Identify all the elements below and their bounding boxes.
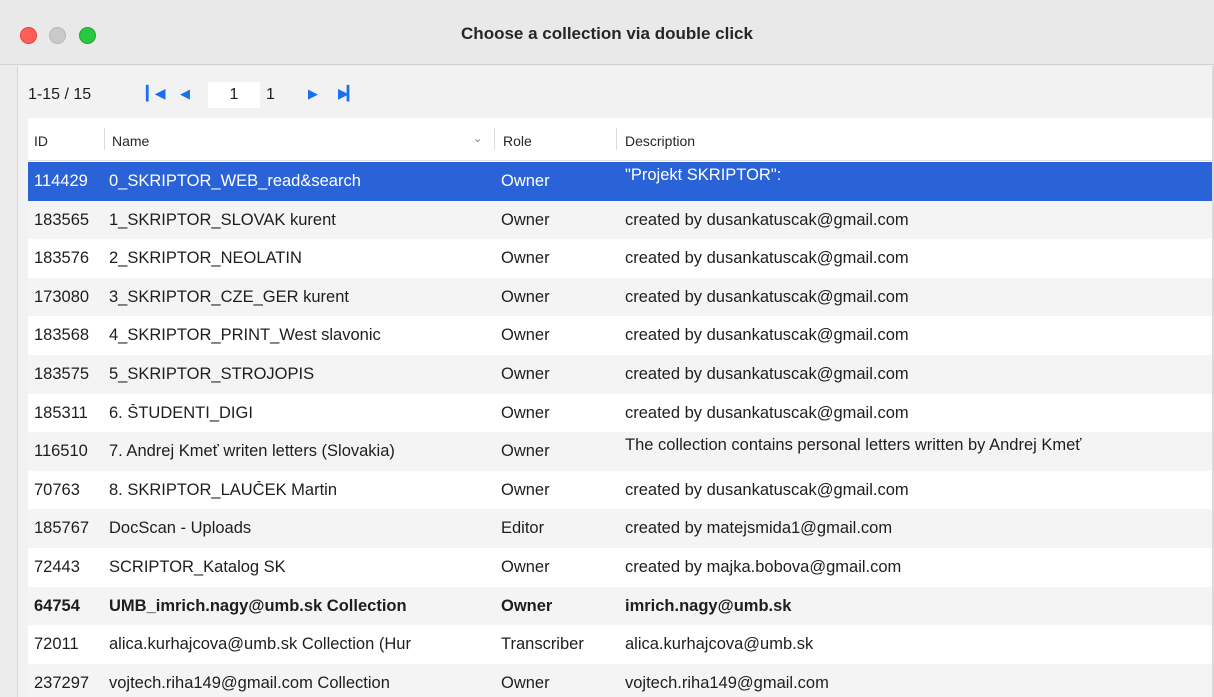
row-description: created by matejsmida1@gmail.com (625, 519, 893, 538)
table-row[interactable]: 72443 SCRIPTOR_Katalog SK Owner created … (28, 548, 1214, 587)
row-name: 7. Andrej Kmeť writen letters (Slovakia) (109, 442, 395, 461)
row-id: 183575 (34, 364, 90, 383)
table-row[interactable]: 116510 7. Andrej Kmeť writen letters (Sl… (28, 432, 1214, 471)
row-name: 5_SKRIPTOR_STROJOPIS (109, 364, 315, 383)
row-name: vojtech.riha149@gmail.com Collection (109, 673, 390, 692)
row-description: created by majka.bobova@gmail.com (625, 557, 902, 576)
row-id: 237297 (34, 673, 90, 692)
pagination-bar: 1-15 / 15 ▎◀ ◀ 1 ▶ ▶▎ (18, 66, 1214, 118)
row-id: 185767 (34, 519, 90, 538)
table-row[interactable]: 185311 6. ŠTUDENTI_DIGI Owner created by… (28, 394, 1214, 433)
row-role: Owner (501, 172, 550, 190)
row-role: Owner (501, 596, 553, 615)
row-name: 0_SKRIPTOR_WEB_read&search (109, 172, 361, 190)
row-id: 70763 (34, 480, 80, 499)
row-role: Editor (501, 519, 545, 538)
row-role: Owner (501, 364, 550, 383)
row-role: Owner (501, 326, 550, 345)
row-id: 72011 (34, 635, 79, 654)
table-row[interactable]: 72011 alica.kurhajcova@umb.sk Collection… (28, 625, 1214, 664)
row-role: Owner (501, 557, 550, 576)
table-row[interactable]: 183565 1_SKRIPTOR_SLOVAK kurent Owner cr… (28, 200, 1214, 240)
row-role: Owner (501, 673, 550, 692)
table-row[interactable]: 70763 8. SKRIPTOR_LAUČEK Martin Owner cr… (28, 471, 1214, 510)
table-header: ID Name ⌄ Role Description (28, 118, 1214, 161)
next-page-icon[interactable]: ▶ (308, 86, 318, 102)
row-description: created by dusankatuscak@gmail.com (625, 210, 909, 229)
column-header-description[interactable]: Description (625, 133, 695, 149)
collections-table: ID Name ⌄ Role Description 114429 0_SKRI… (28, 118, 1214, 697)
row-name: 4_SKRIPTOR_PRINT_West slavonic (109, 326, 381, 345)
window-title: Choose a collection via double click (461, 24, 753, 43)
title-bar[interactable]: Choose a collection via double click (0, 0, 1214, 65)
row-id: 116510 (34, 442, 88, 461)
previous-page-icon[interactable]: ◀ (180, 86, 190, 102)
row-name: 3_SKRIPTOR_CZE_GER kurent (109, 287, 349, 306)
first-page-icon[interactable]: ▎◀ (146, 85, 165, 102)
collection-chooser-window: Choose a collection via double click 1-1… (0, 0, 1214, 697)
page-number-input[interactable] (208, 82, 260, 108)
row-description: vojtech.riha149@gmail.com (625, 673, 829, 692)
table-row[interactable]: 114429 0_SKRIPTOR_WEB_read&search Owner … (28, 162, 1214, 201)
row-name: 2_SKRIPTOR_NEOLATIN (109, 249, 302, 268)
row-name: UMB_imrich.nagy@umb.sk Collection (109, 596, 407, 615)
row-name: 6. ŠTUDENTI_DIGI (109, 403, 253, 422)
row-name: DocScan - Uploads (109, 519, 252, 538)
column-header-name[interactable]: Name (112, 133, 149, 149)
column-header-id[interactable]: ID (34, 133, 48, 149)
row-name: 8. SKRIPTOR_LAUČEK Martin (109, 480, 338, 499)
table-row[interactable]: 183576 2_SKRIPTOR_NEOLATIN Owner created… (28, 239, 1214, 278)
row-role: Owner (501, 480, 550, 499)
row-description: created by dusankatuscak@gmail.com (625, 480, 909, 499)
row-id: 183576 (34, 249, 90, 268)
row-id: 183568 (34, 326, 90, 345)
row-description: alica.kurhajcova@umb.sk (625, 635, 814, 654)
row-id: 64754 (34, 596, 80, 615)
row-role: Transcriber (501, 635, 584, 654)
row-id: 114429 (34, 172, 88, 190)
row-id: 72443 (34, 557, 80, 576)
row-id: 183565 (34, 210, 90, 229)
column-header-role[interactable]: Role (503, 133, 532, 149)
table-row[interactable]: 183568 4_SKRIPTOR_PRINT_West slavonic Ow… (28, 316, 1214, 355)
row-id: 185311 (34, 403, 88, 422)
row-description: imrich.nagy@umb.sk (625, 596, 792, 615)
result-range: 1-15 / 15 (28, 86, 92, 103)
row-id: 173080 (34, 287, 90, 306)
row-name: SCRIPTOR_Katalog SK (109, 557, 286, 576)
table-row[interactable]: 183575 5_SKRIPTOR_STROJOPIS Owner create… (28, 354, 1214, 394)
table-body: 114429 0_SKRIPTOR_WEB_read&search Owner … (28, 162, 1214, 697)
chevron-down-icon: ⌄ (473, 133, 483, 145)
table-row[interactable]: 64754 UMB_imrich.nagy@umb.sk Collection … (28, 586, 1214, 626)
row-description: created by dusankatuscak@gmail.com (625, 364, 909, 383)
row-description: created by dusankatuscak@gmail.com (625, 326, 909, 345)
column-divider[interactable] (104, 128, 105, 150)
last-page-icon[interactable]: ▶▎ (338, 85, 357, 102)
table-row[interactable]: 185767 DocScan - Uploads Editor created … (28, 509, 1214, 548)
row-description: The collection contains personal letters… (625, 436, 1082, 455)
row-role: Owner (501, 249, 550, 268)
dialog-content: 1-15 / 15 ▎◀ ◀ 1 ▶ ▶▎ ID Name ⌄ Role Des… (17, 66, 1214, 697)
row-description: created by dusankatuscak@gmail.com (625, 287, 909, 306)
column-divider[interactable] (616, 128, 617, 150)
row-name: 1_SKRIPTOR_SLOVAK kurent (109, 210, 336, 229)
row-description: "Projekt SKRIPTOR": (625, 166, 782, 184)
table-row[interactable]: 237297 vojtech.riha149@gmail.com Collect… (28, 663, 1214, 697)
column-divider[interactable] (494, 128, 495, 150)
total-pages: 1 (266, 86, 275, 103)
row-name: alica.kurhajcova@umb.sk Collection (Hur (109, 635, 411, 654)
row-description: created by dusankatuscak@gmail.com (625, 403, 909, 422)
table-row[interactable]: 173080 3_SKRIPTOR_CZE_GER kurent Owner c… (28, 277, 1214, 317)
row-role: Owner (501, 403, 550, 422)
row-role: Owner (501, 210, 550, 229)
row-description: created by dusankatuscak@gmail.com (625, 249, 909, 268)
row-role: Owner (501, 442, 550, 461)
row-role: Owner (501, 287, 550, 306)
